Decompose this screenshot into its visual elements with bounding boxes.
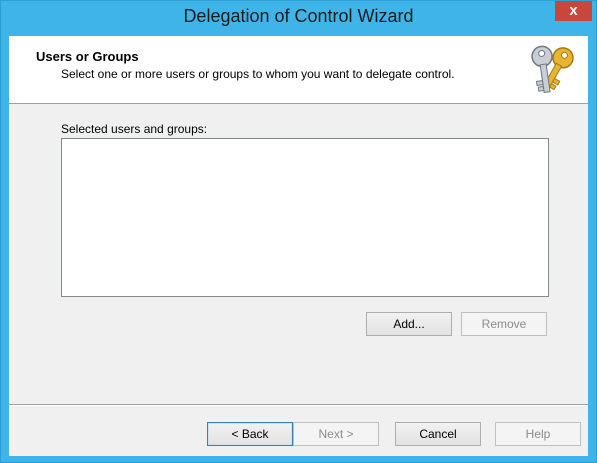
wizard-client-area: Users or Groups Select one or more users… bbox=[9, 36, 588, 456]
add-button[interactable]: Add... bbox=[366, 312, 452, 336]
title-bar[interactable]: Delegation of Control Wizard x bbox=[1, 1, 596, 34]
close-button[interactable]: x bbox=[555, 1, 592, 21]
back-button[interactable]: < Back bbox=[207, 422, 293, 446]
remove-button[interactable]: Remove bbox=[461, 312, 547, 336]
help-button[interactable]: Help bbox=[495, 422, 581, 446]
page-description: Select one or more users or groups to wh… bbox=[61, 67, 455, 81]
selected-users-label: Selected users and groups: bbox=[61, 122, 208, 136]
selected-users-listbox[interactable] bbox=[61, 138, 549, 297]
wizard-header: Users or Groups Select one or more users… bbox=[9, 36, 588, 104]
footer-separator bbox=[9, 404, 588, 406]
wizard-window: Delegation of Control Wizard x Users or … bbox=[0, 0, 597, 463]
cancel-button[interactable]: Cancel bbox=[395, 422, 481, 446]
page-title: Users or Groups bbox=[36, 49, 139, 64]
next-button[interactable]: Next > bbox=[293, 422, 379, 446]
keys-icon bbox=[531, 45, 574, 94]
window-title: Delegation of Control Wizard bbox=[183, 6, 414, 26]
